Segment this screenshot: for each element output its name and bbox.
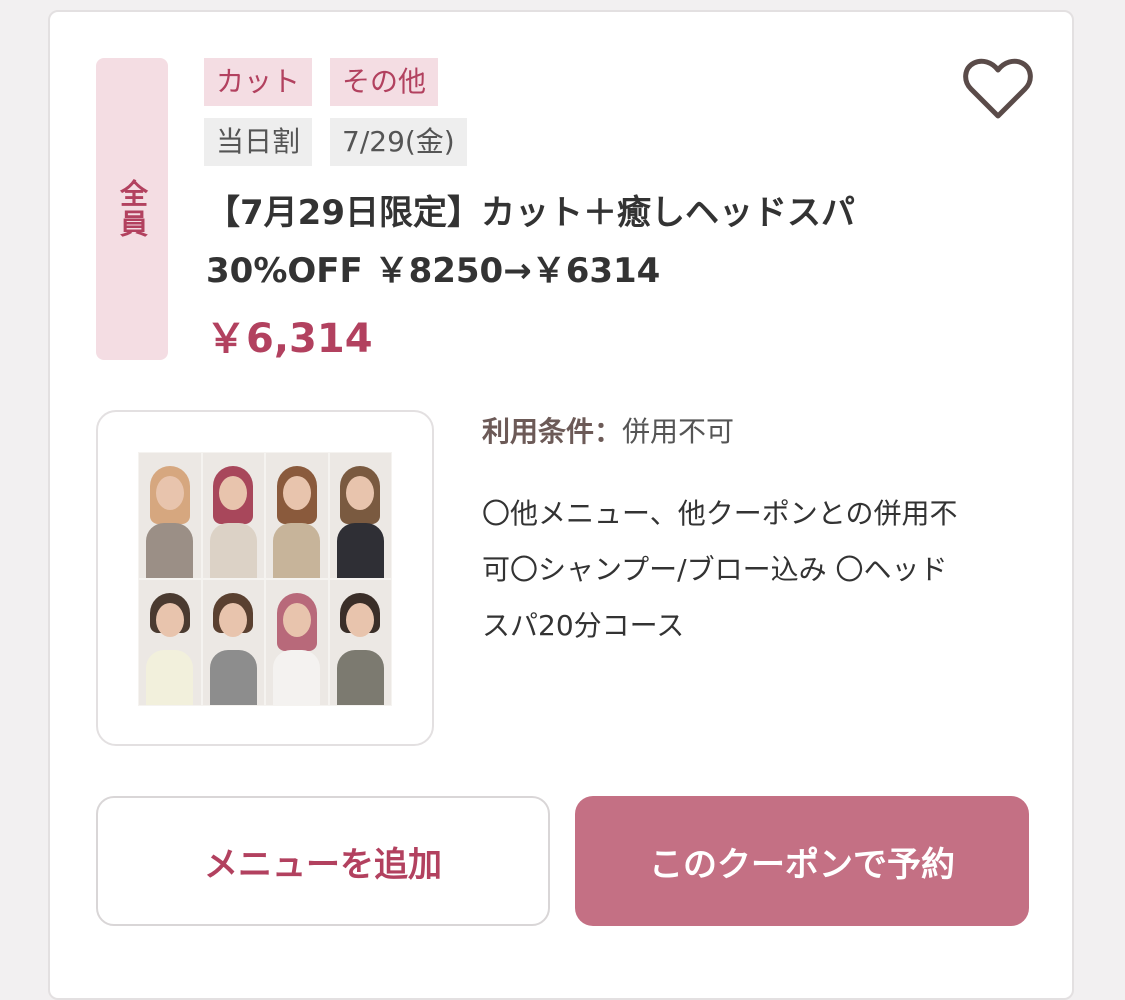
description-line: 〇他メニュー、他クーポンとの併用不 bbox=[482, 497, 958, 530]
coupon-photo-frame bbox=[96, 410, 434, 746]
staff-figure bbox=[328, 579, 392, 706]
usage-conditions: 利用条件：併用不可 bbox=[482, 410, 734, 450]
coupon-title: 【7月29日限定】カット＋癒しヘッドスパ 30%OFF ￥8250→￥6314 bbox=[206, 184, 966, 300]
coupon-title-line: 【7月29日限定】カット＋癒しヘッドスパ bbox=[206, 193, 855, 233]
target-badge: 全員 bbox=[96, 58, 168, 360]
staff-figure bbox=[201, 579, 265, 706]
description-line: 可〇シャンプー/ブロー込み 〇ヘッド bbox=[482, 553, 948, 586]
info-tag-date: 7/29(金) bbox=[330, 118, 467, 166]
coupon-title-line: 30%OFF ￥8250→￥6314 bbox=[206, 251, 661, 291]
staff-photo bbox=[138, 452, 392, 706]
staff-figure bbox=[201, 452, 265, 579]
coupon-price: ￥6,314 bbox=[206, 316, 373, 362]
staff-figure bbox=[328, 452, 392, 579]
staff-figure bbox=[138, 452, 202, 579]
category-tag-other: その他 bbox=[330, 58, 439, 106]
category-tag-cut: カット bbox=[204, 58, 313, 106]
description-line: スパ20分コース bbox=[482, 609, 685, 642]
add-menu-button[interactable]: メニューを追加 bbox=[96, 796, 550, 926]
usage-conditions-value: 併用不可 bbox=[622, 415, 735, 448]
usage-conditions-label: 利用条件： bbox=[482, 415, 623, 448]
heart-outline-icon[interactable] bbox=[962, 56, 1034, 122]
staff-figure bbox=[265, 579, 329, 706]
info-tag-same-day: 当日割 bbox=[204, 118, 313, 166]
reserve-coupon-button[interactable]: このクーポンで予約 bbox=[575, 796, 1029, 926]
coupon-description: 〇他メニュー、他クーポンとの併用不 可〇シャンプー/ブロー込み 〇ヘッド スパ2… bbox=[482, 486, 1022, 654]
staff-figure bbox=[138, 579, 202, 706]
staff-figure bbox=[265, 452, 329, 579]
